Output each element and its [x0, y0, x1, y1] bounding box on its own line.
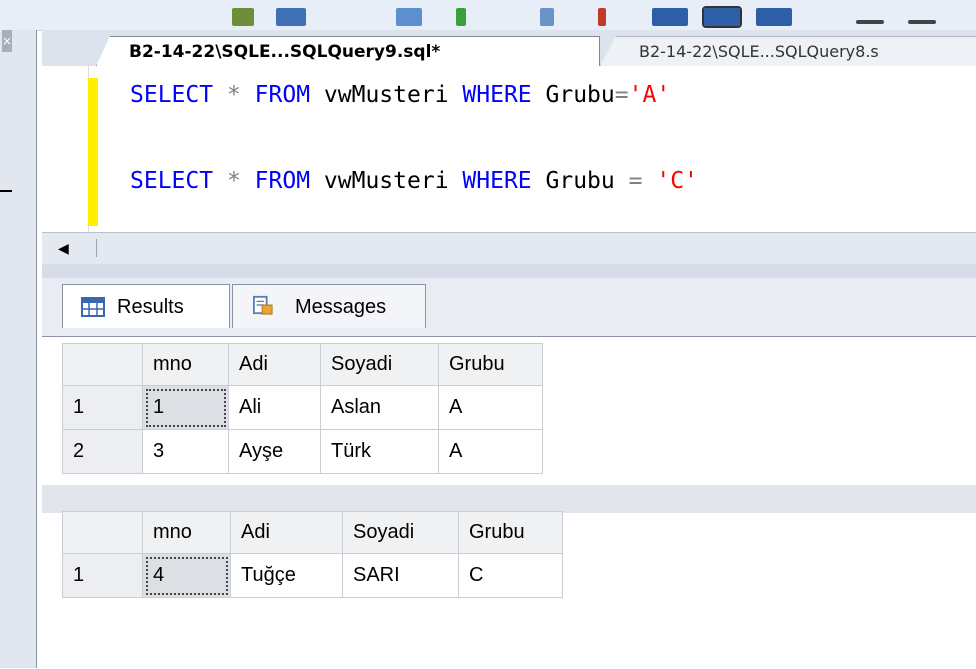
cell-adi[interactable]: Ali — [228, 385, 321, 430]
column-header[interactable]: Adi — [230, 511, 343, 554]
toolbar-icon-4[interactable] — [456, 8, 466, 26]
column-header[interactable]: Adi — [228, 343, 321, 386]
grid-header-row: mno Adi Soyadi Grubu — [62, 511, 563, 554]
cell-mno[interactable]: 3 — [142, 429, 229, 474]
cell-soyadi[interactable]: Aslan — [320, 385, 439, 430]
editor-tab-strip: B2-14-22\SQLE...SQLQuery9.sql* B2-14-22\… — [42, 30, 976, 66]
column-header[interactable]: Soyadi — [320, 343, 439, 386]
table-row: 1 1 Ali Aslan A — [62, 385, 543, 430]
operator: * — [226, 82, 241, 108]
toolbar — [0, 0, 976, 31]
grid-separator — [42, 485, 976, 513]
cell-adi[interactable]: Ayşe — [228, 429, 321, 474]
collapse-marker-icon — [0, 190, 12, 192]
identifier: vwMusteri — [323, 168, 449, 194]
code-line-1: SELECT * FROM vwMusteri WHERE Grubu='A' — [130, 82, 670, 108]
cell-grubu[interactable]: C — [458, 553, 563, 598]
operator: = — [628, 168, 643, 194]
change-marker — [88, 78, 98, 226]
column-header[interactable]: Soyadi — [342, 511, 459, 554]
results-pane: mno Adi Soyadi Grubu 1 1 Ali Aslan A 2 3… — [42, 336, 976, 669]
toolbar-icon-8[interactable] — [702, 6, 742, 28]
column-header[interactable]: mno — [142, 511, 231, 554]
result-grid-2[interactable]: mno Adi Soyadi Grubu 1 4 Tuğçe SARI C — [62, 511, 563, 598]
close-icon[interactable]: × — [2, 30, 12, 52]
column-header[interactable]: mno — [142, 343, 229, 386]
table-row: 2 3 Ayşe Türk A — [62, 429, 543, 474]
keyword: WHERE — [462, 168, 532, 194]
messages-icon — [252, 295, 273, 315]
results-tab-strip: Results Messages — [42, 278, 976, 336]
tab-messages[interactable]: Messages — [232, 284, 426, 328]
tab-sqlquery8[interactable]: B2-14-22\SQLE...SQLQuery8.s — [600, 36, 976, 66]
keyword: WHERE — [462, 82, 532, 108]
toolbar-icon-7[interactable] — [652, 8, 688, 26]
toolbar-icon-11[interactable] — [908, 20, 936, 24]
grid-icon — [81, 297, 105, 317]
cell-soyadi[interactable]: Türk — [320, 429, 439, 474]
keyword: SELECT — [130, 82, 214, 108]
toolbar-icon-10[interactable] — [856, 20, 884, 24]
editor-gutter — [42, 66, 89, 232]
corner-cell[interactable] — [62, 511, 143, 554]
keyword: SELECT — [130, 168, 214, 194]
editor-horizontal-scrollbar[interactable]: ◀ — [42, 232, 976, 266]
identifier: Grubu — [545, 168, 615, 194]
tab-label: B2-14-22\SQLE...SQLQuery8.s — [639, 42, 879, 61]
row-header[interactable]: 1 — [62, 385, 143, 430]
tab-label: B2-14-22\SQLE...SQLQuery9.sql* — [129, 42, 441, 62]
tab-sqlquery9[interactable]: B2-14-22\SQLE...SQLQuery9.sql* — [96, 36, 600, 66]
toolbar-icon-3[interactable] — [396, 8, 422, 26]
result-grid-1[interactable]: mno Adi Soyadi Grubu 1 1 Ali Aslan A 2 3… — [62, 343, 543, 474]
keyword: FROM — [254, 82, 311, 108]
keyword: FROM — [254, 168, 311, 194]
tab-messages-label: Messages — [295, 296, 387, 318]
cell-grubu[interactable]: A — [438, 429, 543, 474]
toolbar-icon-1[interactable] — [232, 8, 254, 26]
identifier: vwMusteri — [323, 82, 449, 108]
row-header[interactable]: 2 — [62, 429, 143, 474]
cell-mno[interactable]: 4 — [142, 553, 231, 598]
toolbar-icon-2[interactable] — [276, 8, 306, 26]
cell-mno[interactable]: 1 — [142, 385, 229, 430]
string-literal: 'C' — [656, 168, 698, 194]
column-header[interactable]: Grubu — [458, 511, 563, 554]
toolbar-icon-9[interactable] — [756, 8, 792, 26]
table-row: 1 4 Tuğçe SARI C — [62, 553, 563, 598]
code-line-2: SELECT * FROM vwMusteri WHERE Grubu = 'C… — [130, 168, 698, 194]
tab-results-label: Results — [117, 296, 184, 318]
tab-results[interactable]: Results — [62, 284, 230, 328]
string-literal: 'A' — [628, 82, 671, 108]
cell-adi[interactable]: Tuğçe — [230, 553, 343, 598]
grid-header-row: mno Adi Soyadi Grubu — [62, 343, 543, 386]
scroll-left-icon[interactable]: ◀ — [58, 241, 69, 257]
query-editor[interactable]: SELECT * FROM vwMusteri WHERE Grubu='A' … — [42, 66, 976, 232]
scrollbar-divider — [96, 239, 97, 257]
left-panel-edge: × — [0, 30, 37, 668]
cell-soyadi[interactable]: SARI — [342, 553, 459, 598]
operator: = — [614, 82, 629, 108]
column-header[interactable]: Grubu — [438, 343, 543, 386]
cell-grubu[interactable]: A — [438, 385, 543, 430]
toolbar-icon-6[interactable] — [598, 8, 606, 26]
identifier: Grubu — [545, 82, 615, 108]
row-header[interactable]: 1 — [62, 553, 143, 598]
pane-splitter[interactable] — [42, 264, 976, 278]
toolbar-icon-5[interactable] — [540, 8, 554, 26]
operator: * — [226, 168, 241, 194]
corner-cell[interactable] — [62, 343, 143, 386]
